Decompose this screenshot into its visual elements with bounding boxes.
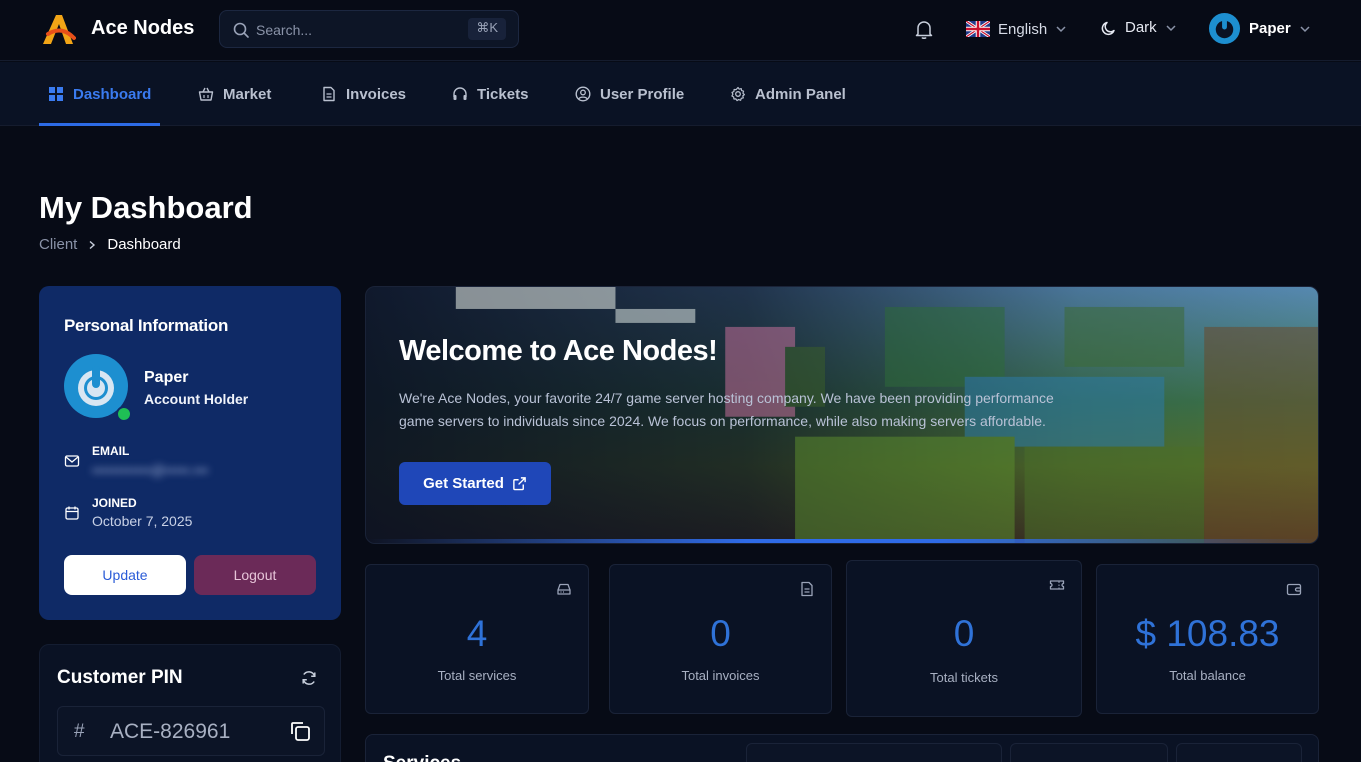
breadcrumb: Client Dashboard bbox=[39, 236, 181, 253]
nav-label: Admin Panel bbox=[755, 85, 846, 103]
ace-nodes-logo[interactable] bbox=[40, 12, 76, 46]
stat-value: 0 bbox=[953, 613, 975, 654]
uk-flag-icon bbox=[966, 21, 990, 37]
welcome-text: We're Ace Nodes, your favorite 24/7 game… bbox=[399, 390, 1054, 429]
stat-total-invoices: 0 Total invoices bbox=[609, 564, 832, 714]
nav-label: Dashboard bbox=[73, 85, 152, 103]
ticket-icon bbox=[1049, 580, 1065, 590]
stat-value: 0 bbox=[710, 613, 731, 654]
main-nav: Dashboard Market Invoices Tickets User P… bbox=[0, 62, 1361, 126]
customer-pin-card: Customer PIN # ACE-826961 bbox=[39, 644, 341, 762]
user-name: Paper bbox=[1249, 20, 1291, 37]
services-filter-select[interactable] bbox=[1010, 743, 1168, 762]
refresh-icon[interactable] bbox=[300, 669, 318, 687]
server-icon bbox=[557, 583, 571, 595]
stat-total-tickets: 0 Total tickets bbox=[846, 560, 1082, 717]
email-value: ••••••••••••@•••••.••• bbox=[92, 462, 209, 478]
stat-total-balance: $ 108.83 Total balance bbox=[1096, 564, 1319, 714]
user-menu[interactable]: Paper bbox=[1208, 12, 1311, 45]
document-icon bbox=[801, 581, 813, 597]
get-started-label: Get Started bbox=[423, 475, 504, 492]
stat-label: Total services bbox=[437, 668, 517, 683]
joined-value: October 7, 2025 bbox=[92, 513, 193, 529]
language-selector[interactable]: English bbox=[966, 19, 1067, 39]
nav-admin-panel[interactable]: Admin Panel bbox=[730, 62, 846, 126]
welcome-banner: Welcome to Ace Nodes! We're Ace Nodes, y… bbox=[365, 286, 1319, 544]
gear-icon bbox=[731, 86, 745, 102]
personal-info-card: Personal Information Paper Account Holde… bbox=[39, 286, 341, 620]
search-shortcut: ⌘K bbox=[468, 18, 506, 40]
pin-value: ACE-826961 bbox=[110, 720, 231, 743]
personal-info-title: Personal Information bbox=[64, 316, 229, 335]
pin-field: # ACE-826961 bbox=[57, 706, 325, 756]
chevron-down-icon bbox=[1166, 24, 1176, 31]
nav-market[interactable]: Market bbox=[198, 62, 271, 126]
theme-label: Dark bbox=[1125, 19, 1157, 36]
get-started-button[interactable]: Get Started bbox=[399, 462, 551, 505]
nav-label: Market bbox=[223, 85, 272, 103]
email-label: EMAIL bbox=[92, 444, 130, 458]
services-card: Services bbox=[365, 734, 1319, 762]
hash-icon: # bbox=[74, 721, 85, 742]
customer-pin-title: Customer PIN bbox=[57, 667, 183, 688]
nav-label: User Profile bbox=[600, 85, 685, 103]
online-status-dot bbox=[116, 406, 132, 422]
chevron-down-icon bbox=[1056, 26, 1066, 33]
wallet-icon bbox=[1286, 583, 1302, 596]
stat-label: Total invoices bbox=[681, 668, 760, 683]
stat-label: Total balance bbox=[1169, 668, 1246, 683]
search-input[interactable]: Search... ⌘K bbox=[219, 10, 519, 48]
grid-icon bbox=[49, 87, 63, 101]
nav-invoices[interactable]: Invoices bbox=[321, 62, 406, 126]
search-icon bbox=[233, 22, 249, 38]
language-label: English bbox=[998, 20, 1048, 38]
services-sort-select[interactable] bbox=[1176, 743, 1302, 762]
top-bar: Ace Nodes Search... ⌘K English Dark Pape… bbox=[0, 0, 1361, 61]
nav-dashboard[interactable]: Dashboard bbox=[38, 62, 161, 126]
banner-accent-bar bbox=[366, 539, 1318, 543]
external-link-icon bbox=[513, 477, 526, 491]
bell-icon[interactable] bbox=[913, 18, 935, 40]
stat-value: 4 bbox=[466, 613, 488, 654]
document-icon bbox=[323, 86, 335, 102]
basket-icon bbox=[198, 87, 214, 101]
stat-total-services: 4 Total services bbox=[365, 564, 589, 714]
page-title: My Dashboard bbox=[39, 190, 253, 225]
breadcrumb-dashboard: Dashboard bbox=[107, 236, 181, 253]
user-avatar-icon bbox=[1208, 12, 1241, 45]
copy-icon[interactable] bbox=[288, 719, 312, 743]
nav-label: Invoices bbox=[346, 85, 407, 103]
brand-name[interactable]: Ace Nodes bbox=[91, 17, 194, 40]
update-button[interactable]: Update bbox=[64, 555, 186, 595]
headset-icon bbox=[453, 87, 467, 100]
nav-user-profile[interactable]: User Profile bbox=[575, 62, 684, 126]
search-placeholder: Search... bbox=[256, 22, 313, 38]
chevron-down-icon bbox=[1300, 25, 1310, 32]
services-search-input[interactable] bbox=[746, 743, 1002, 762]
stat-label: Total tickets bbox=[930, 670, 998, 685]
welcome-title: Welcome to Ace Nodes! bbox=[399, 335, 718, 367]
nav-label: Tickets bbox=[477, 85, 529, 103]
stat-value: $ 108.83 bbox=[1135, 613, 1280, 654]
theme-selector[interactable]: Dark bbox=[1101, 19, 1177, 36]
calendar-icon bbox=[65, 506, 79, 520]
breadcrumb-client[interactable]: Client bbox=[39, 236, 77, 253]
nav-tickets[interactable]: Tickets bbox=[452, 62, 528, 126]
profile-name: Paper bbox=[144, 369, 189, 386]
user-circle-icon bbox=[575, 86, 591, 102]
profile-role: Account Holder bbox=[144, 391, 249, 407]
services-title: Services bbox=[383, 753, 461, 762]
joined-label: JOINED bbox=[92, 496, 137, 510]
moon-icon bbox=[1101, 21, 1115, 35]
mail-icon bbox=[64, 455, 80, 467]
logout-button[interactable]: Logout bbox=[194, 555, 316, 595]
chevron-right-icon bbox=[89, 240, 96, 249]
